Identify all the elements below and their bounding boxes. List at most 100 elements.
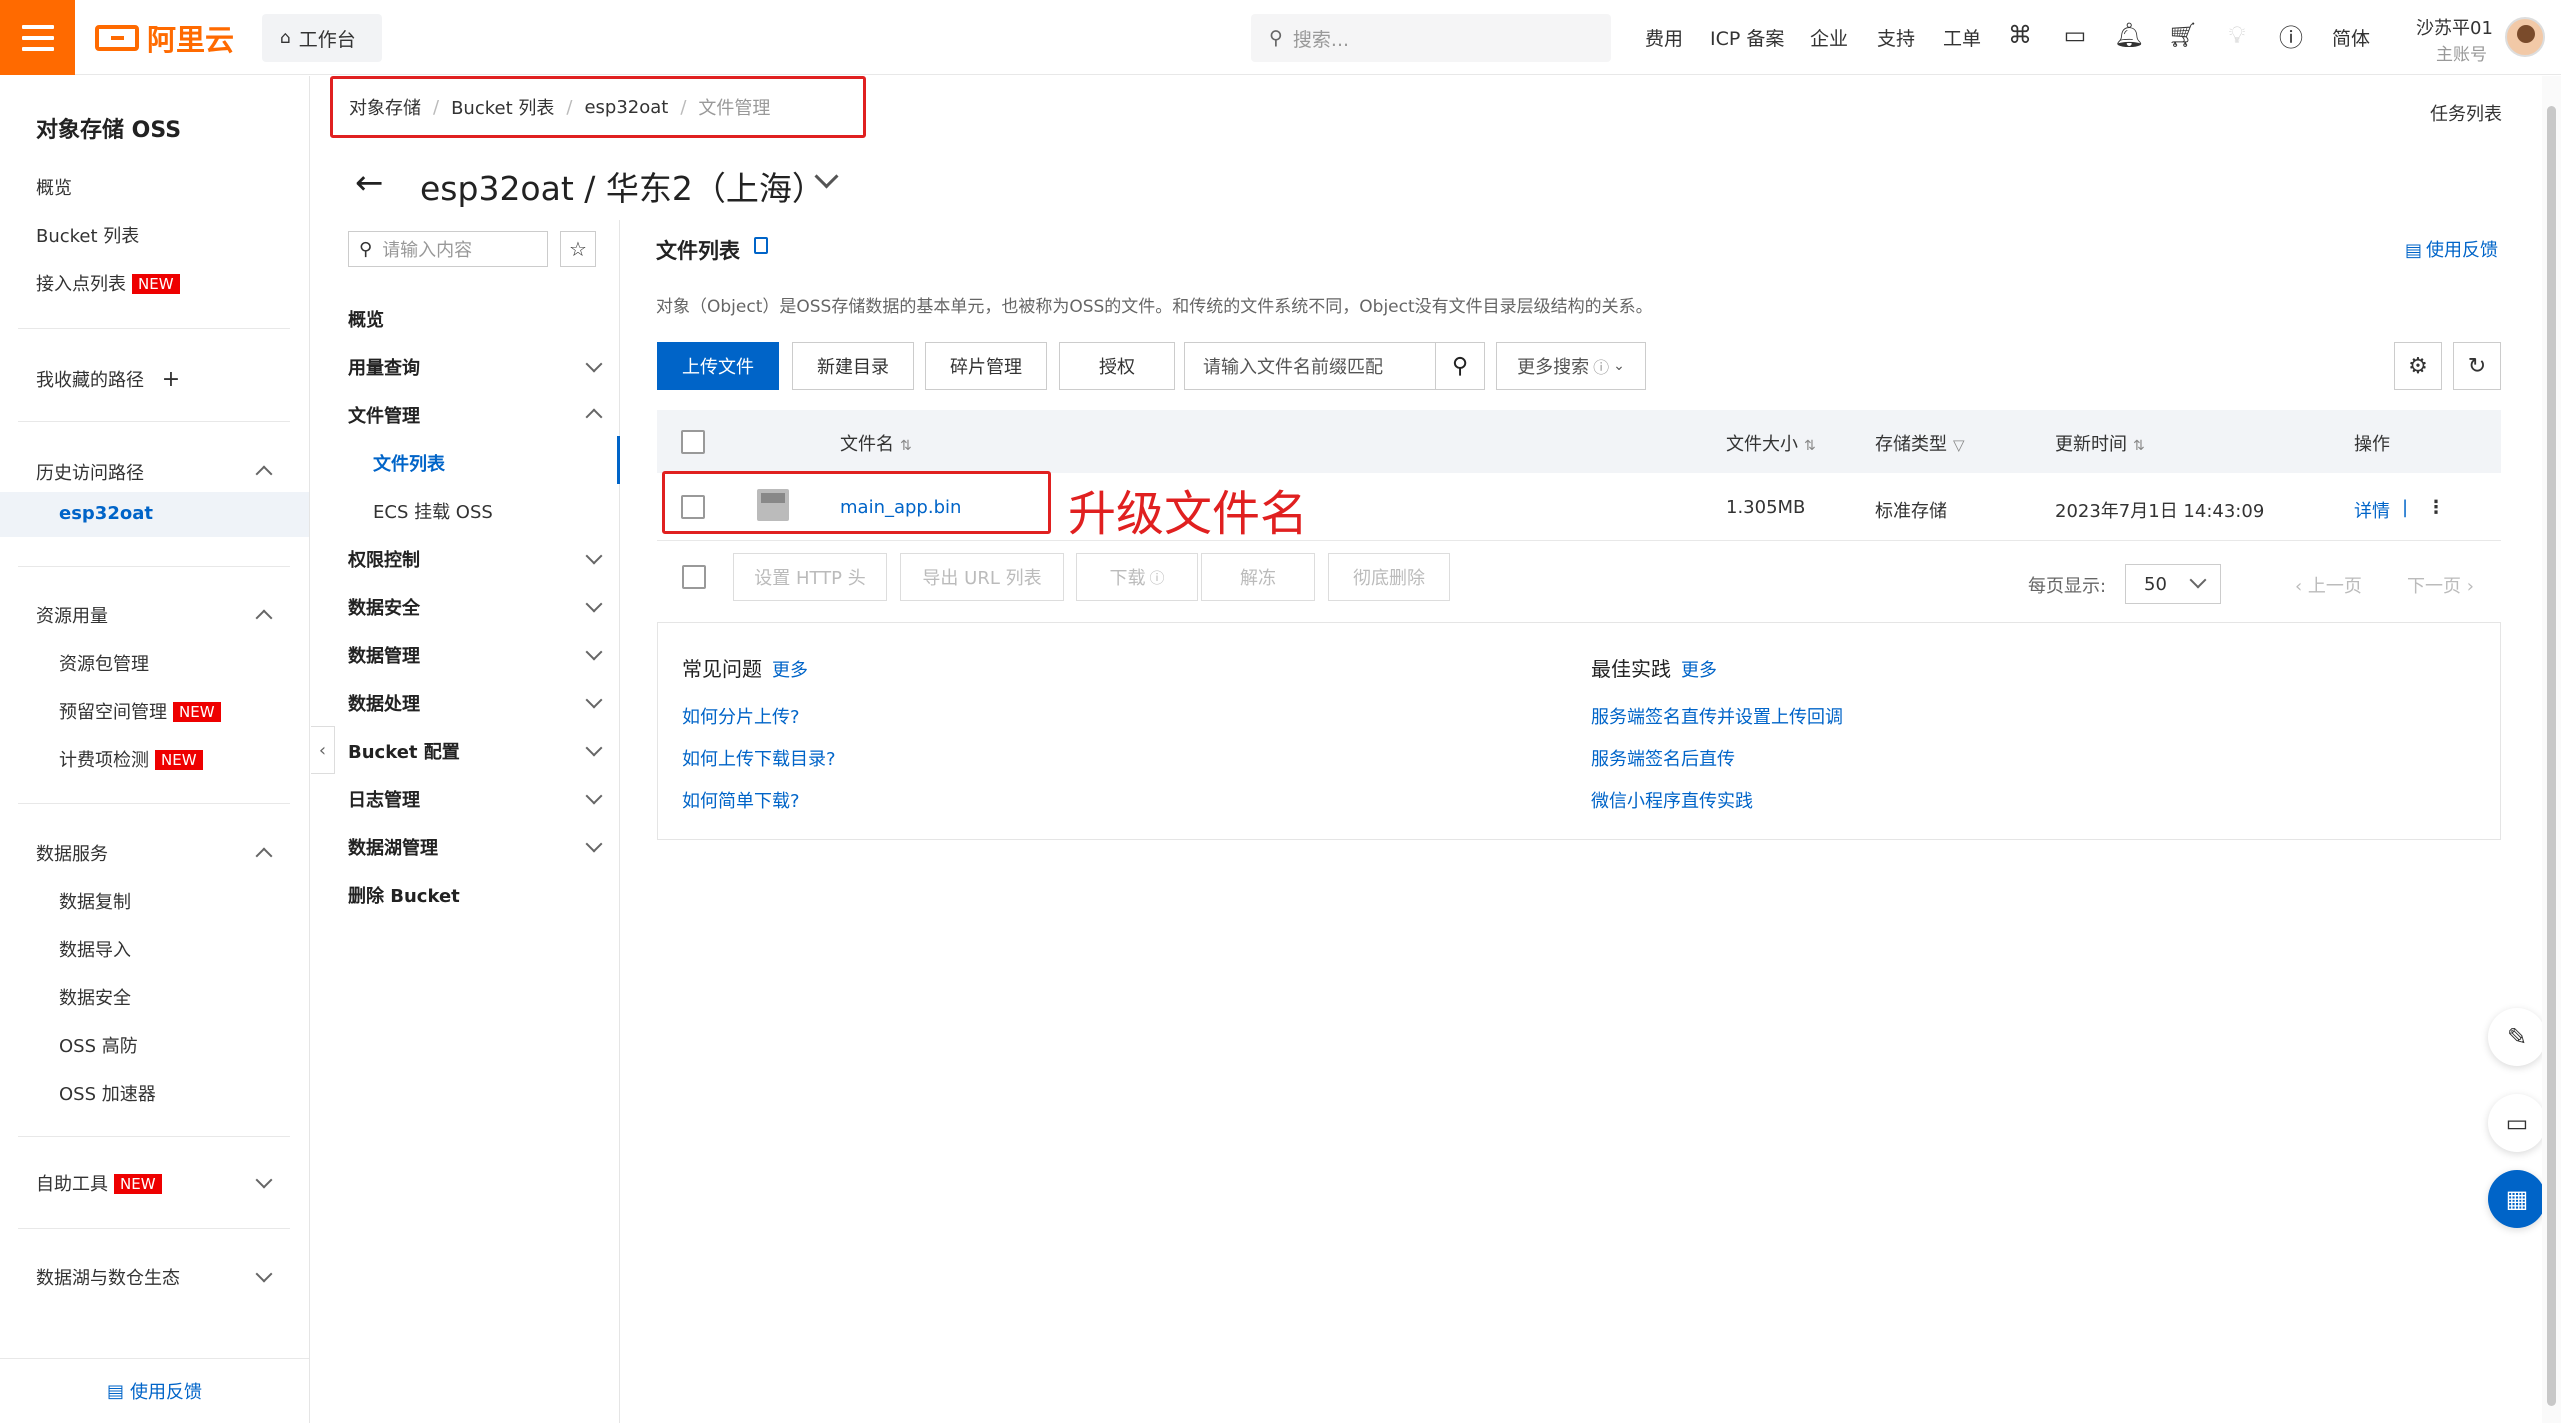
chevron-up-icon[interactable]: [255, 847, 273, 865]
workbench-button[interactable]: ⌂ 工作台: [262, 14, 382, 62]
scrollbar[interactable]: [2542, 76, 2561, 1423]
chevron-down-icon[interactable]: [585, 595, 603, 613]
sidebar-item-overview[interactable]: 概览: [36, 174, 72, 200]
chevron-down-icon[interactable]: [585, 787, 603, 805]
sidebar-feedback-button[interactable]: ▤ 使用反馈: [0, 1358, 309, 1423]
nav-item-file-mgmt[interactable]: 文件管理: [348, 402, 420, 428]
feedback-link[interactable]: ▤ 使用反馈: [2405, 236, 2498, 262]
detail-link[interactable]: 详情: [2354, 497, 2390, 523]
sidebar-item-access-points[interactable]: 接入点列表 NEW: [36, 270, 180, 296]
aliyun-logo[interactable]: 阿里云: [95, 20, 234, 57]
edit-icon[interactable]: ✎: [2488, 1008, 2546, 1066]
col-header-updated[interactable]: 更新时间 ⇅: [2055, 430, 2145, 456]
col-header-name[interactable]: 文件名 ⇅: [840, 430, 912, 456]
global-search-input[interactable]: ⚲ 搜索...: [1251, 14, 1611, 62]
nav-item-datalake[interactable]: 数据湖管理: [348, 834, 438, 860]
sidebar-datalake[interactable]: 数据湖与数仓生态: [36, 1264, 180, 1290]
search-icon[interactable]: ⚲: [1435, 342, 1485, 390]
best-link-signature[interactable]: 服务端签名后直传: [1591, 745, 1735, 771]
col-header-storage[interactable]: 存储类型 ▽: [1875, 430, 1965, 456]
batch-select-checkbox[interactable]: [682, 565, 706, 589]
nav-enterprise[interactable]: 企业: [1810, 24, 1848, 51]
file-search-input[interactable]: 请输入文件名前缀匹配: [1184, 342, 1436, 390]
nav-billing[interactable]: 费用: [1645, 24, 1683, 51]
chat-icon[interactable]: ▭: [2488, 1094, 2546, 1152]
col-header-size[interactable]: 文件大小 ⇅: [1726, 430, 1816, 456]
refresh-icon[interactable]: ↻: [2453, 342, 2501, 390]
more-actions-icon[interactable]: ⋮: [2427, 497, 2445, 518]
chevron-down-icon[interactable]: [585, 835, 603, 853]
task-list-link[interactable]: 任务列表: [2430, 100, 2502, 126]
upload-file-button[interactable]: 上传文件: [657, 342, 779, 390]
nav-search-input[interactable]: ⚲ 请输入内容: [348, 231, 548, 267]
faq-link-download[interactable]: 如何简单下载?: [682, 787, 800, 813]
sidebar-item-bucket-list[interactable]: Bucket 列表: [36, 222, 139, 248]
faq-more-link[interactable]: 更多: [772, 660, 808, 681]
nav-item-data-mgmt[interactable]: 数据管理: [348, 642, 420, 668]
back-arrow-icon[interactable]: ←: [355, 163, 384, 203]
chevron-down-icon[interactable]: [585, 355, 603, 373]
chevron-down-icon[interactable]: [255, 1171, 273, 1189]
sidebar-history-header[interactable]: 历史访问路径: [36, 459, 144, 485]
breadcrumb-item-bucket-list[interactable]: Bucket 列表: [451, 94, 554, 120]
cart-icon[interactable]: 🛒︎: [2168, 20, 2198, 50]
lightbulb-icon[interactable]: 💡︎: [2222, 20, 2252, 50]
new-directory-button[interactable]: 新建目录: [792, 342, 914, 390]
export-url-button[interactable]: 导出 URL 列表: [900, 553, 1064, 601]
best-link-wechat[interactable]: 微信小程序直传实践: [1591, 787, 1753, 813]
apps-icon[interactable]: ▦: [2488, 1170, 2546, 1228]
bell-icon[interactable]: 🔔︎: [2114, 20, 2144, 50]
select-all-checkbox[interactable]: [681, 430, 705, 454]
sidebar-data-services-header[interactable]: 数据服务: [36, 840, 108, 866]
language-switch[interactable]: 简体: [2332, 24, 2370, 51]
star-icon[interactable]: ☆: [560, 231, 596, 267]
chevron-up-icon[interactable]: [255, 609, 273, 627]
best-link-callback[interactable]: 服务端签名直传并设置上传回调: [1591, 703, 1843, 729]
sidebar-item-reserved-space[interactable]: 预留空间管理 NEW: [59, 698, 221, 724]
chevron-down-icon[interactable]: [255, 1265, 273, 1283]
set-http-header-button[interactable]: 设置 HTTP 头: [733, 553, 887, 601]
unfreeze-button[interactable]: 解冻: [1201, 553, 1315, 601]
best-practice-more-link[interactable]: 更多: [1681, 660, 1717, 681]
sidebar-item-data-import[interactable]: 数据导入: [59, 936, 131, 962]
chevron-up-icon[interactable]: [255, 465, 273, 483]
menu-icon[interactable]: [0, 0, 75, 75]
chevron-down-icon[interactable]: [585, 691, 603, 709]
terminal-icon[interactable]: ▭: [2060, 20, 2090, 50]
sidebar-item-data-replication[interactable]: 数据复制: [59, 888, 131, 914]
per-page-select[interactable]: 50: [2125, 564, 2221, 604]
nav-item-log-mgmt[interactable]: 日志管理: [348, 786, 420, 812]
plus-icon[interactable]: +: [162, 367, 180, 392]
chevron-down-icon[interactable]: [585, 739, 603, 757]
nav-item-ecs-mount[interactable]: ECS 挂载 OSS: [373, 498, 493, 524]
prev-page-button[interactable]: ‹ 上一页: [2295, 572, 2362, 598]
next-page-button[interactable]: 下一页 ›: [2407, 572, 2474, 598]
breadcrumb-item-bucket[interactable]: esp32oat: [584, 97, 668, 118]
nav-item-access-control[interactable]: 权限控制: [348, 546, 420, 572]
faq-link-directory[interactable]: 如何上传下载目录?: [682, 745, 836, 771]
clipboard-icon[interactable]: [754, 237, 768, 254]
avatar[interactable]: [2505, 17, 2545, 57]
nav-item-overview[interactable]: 概览: [348, 306, 384, 332]
download-button[interactable]: 下载 ⓘ: [1076, 553, 1198, 601]
nav-item-file-list[interactable]: 文件列表: [373, 450, 445, 476]
more-search-dropdown[interactable]: 更多搜索 ⓘ ⌄: [1496, 342, 1646, 390]
nav-item-usage[interactable]: 用量查询: [348, 354, 420, 380]
delete-permanently-button[interactable]: 彻底删除: [1328, 553, 1450, 601]
sidebar-item-data-security[interactable]: 数据安全: [59, 984, 131, 1010]
help-icon[interactable]: ⓘ: [2276, 20, 2306, 52]
sidebar-favorites[interactable]: 我收藏的路径 +: [36, 366, 180, 392]
nav-item-bucket-config[interactable]: Bucket 配置: [348, 738, 460, 764]
sidebar-item-billing-check[interactable]: 计费项检测 NEW: [59, 746, 203, 772]
authorize-button[interactable]: 授权: [1059, 342, 1175, 390]
user-name[interactable]: 沙苏平01: [2416, 14, 2493, 40]
nav-icp[interactable]: ICP 备案: [1710, 24, 1784, 51]
sidebar-self-tools[interactable]: 自助工具 NEW: [36, 1170, 162, 1196]
settings-icon[interactable]: ⚙: [2394, 342, 2442, 390]
chevron-up-icon[interactable]: [585, 408, 603, 426]
nav-item-delete-bucket[interactable]: 删除 Bucket: [348, 882, 460, 908]
nav-ticket[interactable]: 工单: [1943, 24, 1981, 51]
faq-link-multipart[interactable]: 如何分片上传?: [682, 703, 800, 729]
sidebar-item-resource-pack[interactable]: 资源包管理: [59, 650, 149, 676]
breadcrumb-item-oss[interactable]: 对象存储: [349, 94, 421, 120]
